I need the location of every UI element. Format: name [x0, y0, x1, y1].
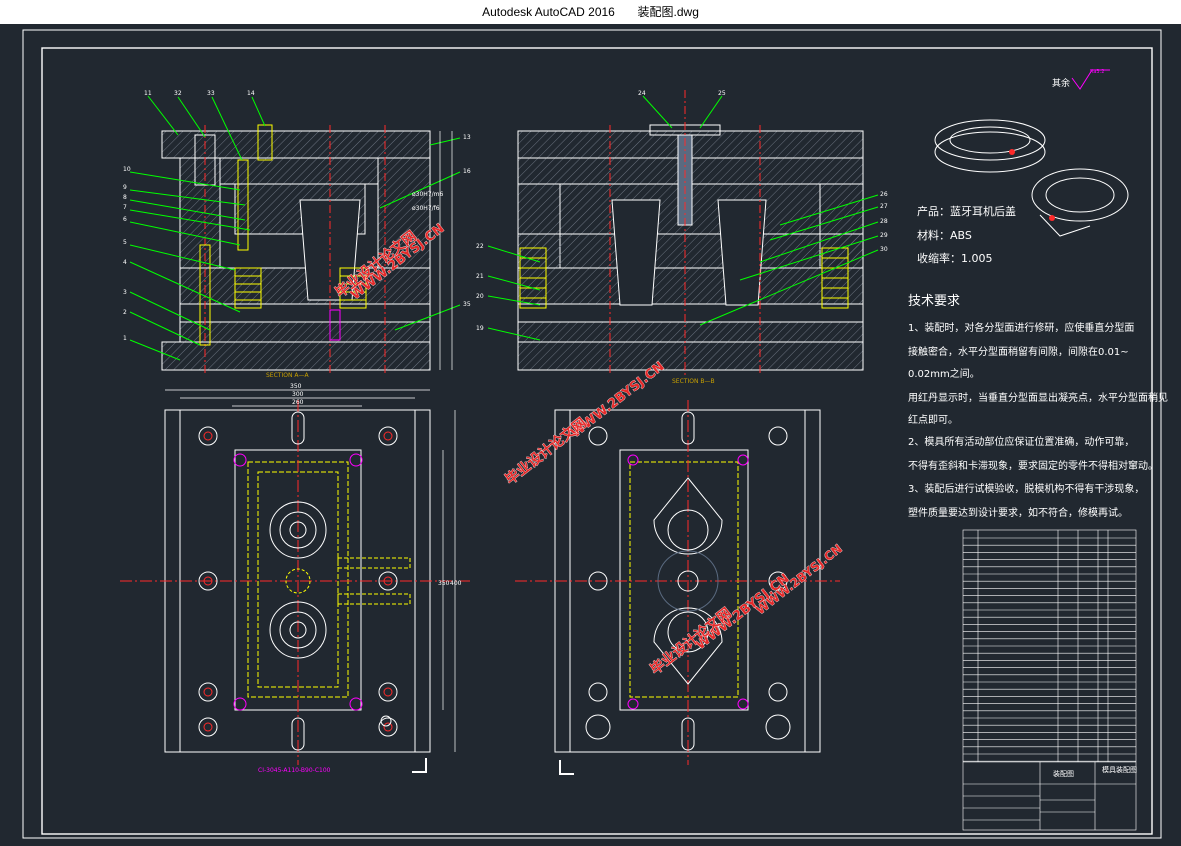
svg-text:30: 30 [880, 246, 888, 253]
product-isometric-1 [934, 119, 1046, 173]
svg-text:27: 27 [880, 203, 888, 210]
svg-text:13: 13 [463, 134, 471, 141]
svg-text:33: 33 [207, 90, 215, 97]
app-name: Autodesk AutoCAD 2016 [482, 5, 615, 19]
section-view-b[interactable] [487, 90, 879, 375]
svg-text:29: 29 [880, 232, 888, 239]
plan-view-left[interactable] [120, 389, 470, 773]
svg-text:1、装配时，对各分型面进行修研，应使垂直分型面: 1、装配时，对各分型面进行修研，应使垂直分型面 [908, 321, 1134, 334]
svg-text:红点即可。: 红点即可。 [908, 413, 958, 426]
svg-text:28: 28 [880, 218, 888, 225]
drawing-canvas[interactable]: 11 32 33 14 10 9 8 7 6 5 4 3 2 1 13 16 3… [0, 24, 1181, 842]
svg-text:350: 350 [290, 383, 302, 390]
svg-text:22: 22 [476, 243, 484, 250]
svg-text:毕业设计论文网: 毕业设计论文网 [502, 414, 590, 488]
svg-text:接触密合，水平分型面稍留有间隙，间隙在0.01~: 接触密合，水平分型面稍留有间隙，间隙在0.01~ [908, 345, 1129, 358]
svg-text:35: 35 [463, 301, 471, 308]
svg-text:14: 14 [247, 90, 255, 97]
svg-text:3: 3 [123, 289, 127, 296]
parts-list-table[interactable] [962, 529, 1137, 831]
fit-label-1: ø30H7/m6 [412, 191, 444, 198]
svg-text:Ra3.2: Ra3.2 [1090, 69, 1104, 75]
svg-text:不得有歪斜和卡滞现象，要求固定的零件不得相对窜动。: 不得有歪斜和卡滞现象，要求固定的零件不得相对窜动。 [908, 459, 1158, 472]
watermark-3: WWW.2BYSJ.CN 毕业设计论文网 [647, 571, 793, 679]
technical-requirements: 技术要求 1、装配时，对各分型面进行修研，应使垂直分型面 接触密合，水平分型面稍… [908, 294, 1168, 519]
section-b-label: SECTION B—B [672, 378, 715, 385]
svg-text:6: 6 [123, 216, 127, 223]
svg-text:5: 5 [123, 239, 127, 246]
svg-text:WWW.2BYSJ.CN: WWW.2BYSJ.CN [693, 571, 792, 653]
svg-text:21: 21 [476, 273, 484, 280]
svg-text:产品：蓝牙耳机后盖: 产品：蓝牙耳机后盖 [917, 204, 1016, 218]
svg-text:2: 2 [123, 309, 127, 316]
svg-text:2、模具所有活动部位应保证位置准确，动作可靠，: 2、模具所有活动部位应保证位置准确，动作可靠， [908, 435, 1134, 448]
svg-text:260: 260 [292, 399, 304, 406]
svg-text:塑件质量要达到设计要求，如不符合，修模再试。: 塑件质量要达到设计要求，如不符合，修模再试。 [908, 506, 1128, 519]
section-a-label: SECTION A—A [266, 372, 309, 379]
svg-text:25: 25 [718, 90, 726, 97]
roughness-symbol: 其余 Ra3.2 [1052, 69, 1110, 90]
svg-text:20: 20 [476, 293, 484, 300]
design-title: 模具装配图 [1102, 765, 1137, 774]
window-title-bar: Autodesk AutoCAD 2016 装配图.dwg [0, 0, 1181, 24]
watermark-4: WWW.2BYSJ.CN [753, 541, 845, 617]
svg-text:19: 19 [476, 325, 484, 332]
svg-text:3、装配后进行试模验收，脱模机构不得有干涉现象，: 3、装配后进行试模验收，脱模机构不得有干涉现象， [908, 482, 1144, 495]
svg-text:400: 400 [450, 580, 462, 587]
svg-text:7: 7 [123, 204, 127, 211]
mold-code: CI-3045-A110-B90-C100 [258, 767, 331, 774]
product-info: 产品：蓝牙耳机后盖 材料：ABS 收缩率：1.005 [917, 204, 1016, 265]
svg-text:用红丹显示时，当垂直分型面显出凝亮点，水平分型面稍见: 用红丹显示时，当垂直分型面显出凝亮点，水平分型面稍见 [908, 391, 1168, 404]
product-isometric-2 [1031, 168, 1129, 237]
fit-label-2: ø30H7/f6 [412, 205, 440, 212]
svg-text:WWW.2BYSJ.CN: WWW.2BYSJ.CN [753, 541, 845, 617]
svg-text:技术要求: 技术要求 [908, 294, 960, 309]
svg-text:8: 8 [123, 194, 127, 201]
svg-text:收缩率：1.005: 收缩率：1.005 [917, 251, 993, 265]
svg-text:1: 1 [123, 335, 127, 342]
svg-text:24: 24 [638, 90, 646, 97]
svg-text:4: 4 [123, 259, 127, 266]
svg-text:26: 26 [880, 191, 888, 198]
svg-text:350: 350 [438, 580, 450, 587]
file-name: 装配图.dwg [637, 5, 699, 19]
svg-text:16: 16 [463, 168, 471, 175]
svg-text:材料：ABS: 材料：ABS [917, 228, 972, 242]
watermark-2: WWW.2BYSJ.CN 毕业设计论文网 [502, 359, 668, 489]
svg-text:0.02mm之间。: 0.02mm之间。 [908, 367, 980, 380]
svg-text:11: 11 [144, 90, 152, 97]
drawing-name: 装配图 [1053, 769, 1074, 778]
svg-text:300: 300 [292, 391, 304, 398]
svg-text:10: 10 [123, 166, 131, 173]
svg-text:其余: 其余 [1052, 77, 1070, 89]
svg-text:32: 32 [174, 90, 182, 97]
svg-text:9: 9 [123, 184, 127, 191]
plan-dims-left: 350 300 260 350 400 [290, 383, 462, 587]
